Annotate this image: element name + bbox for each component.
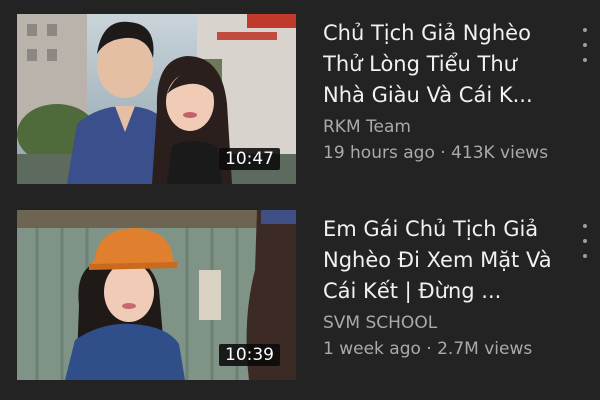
video-duration: 10:47	[219, 148, 280, 170]
video-title[interactable]: Chủ Tịch Giả Nghèo Thử Lòng Tiểu Thư Nhà…	[323, 18, 561, 111]
video-item[interactable]: 10:39 Em Gái Chủ Tịch Giả Nghèo Đi Xem M…	[0, 210, 600, 380]
more-dot	[583, 224, 587, 228]
video-stats: 19 hours ago · 413K views	[323, 143, 549, 163]
more-vert-icon[interactable]	[578, 28, 592, 62]
video-meta[interactable]: Em Gái Chủ Tịch Giả Nghèo Đi Xem Mặt Và …	[323, 210, 561, 362]
video-thumbnail[interactable]: 10:39	[17, 210, 296, 380]
video-thumbnail[interactable]: 10:47	[17, 14, 296, 184]
more-dot	[583, 43, 587, 47]
video-title[interactable]: Em Gái Chủ Tịch Giả Nghèo Đi Xem Mặt Và …	[323, 214, 561, 307]
video-item[interactable]: 10:47 Chủ Tịch Giả Nghèo Thử Lòng Tiểu T…	[0, 14, 600, 184]
more-dot	[583, 58, 587, 62]
video-meta[interactable]: Chủ Tịch Giả Nghèo Thử Lòng Tiểu Thư Nhà…	[323, 14, 561, 166]
more-dot	[583, 28, 587, 32]
more-vert-icon[interactable]	[578, 224, 592, 258]
video-duration: 10:39	[219, 344, 280, 366]
channel-name[interactable]: RKM Team	[323, 114, 561, 140]
more-dot	[583, 239, 587, 243]
video-stats: 1 week ago · 2.7M views	[323, 339, 533, 359]
channel-name[interactable]: SVM SCHOOL	[323, 310, 561, 336]
more-dot	[583, 254, 587, 258]
video-feed: 10:47 Chủ Tịch Giả Nghèo Thử Lòng Tiểu T…	[0, 0, 600, 400]
